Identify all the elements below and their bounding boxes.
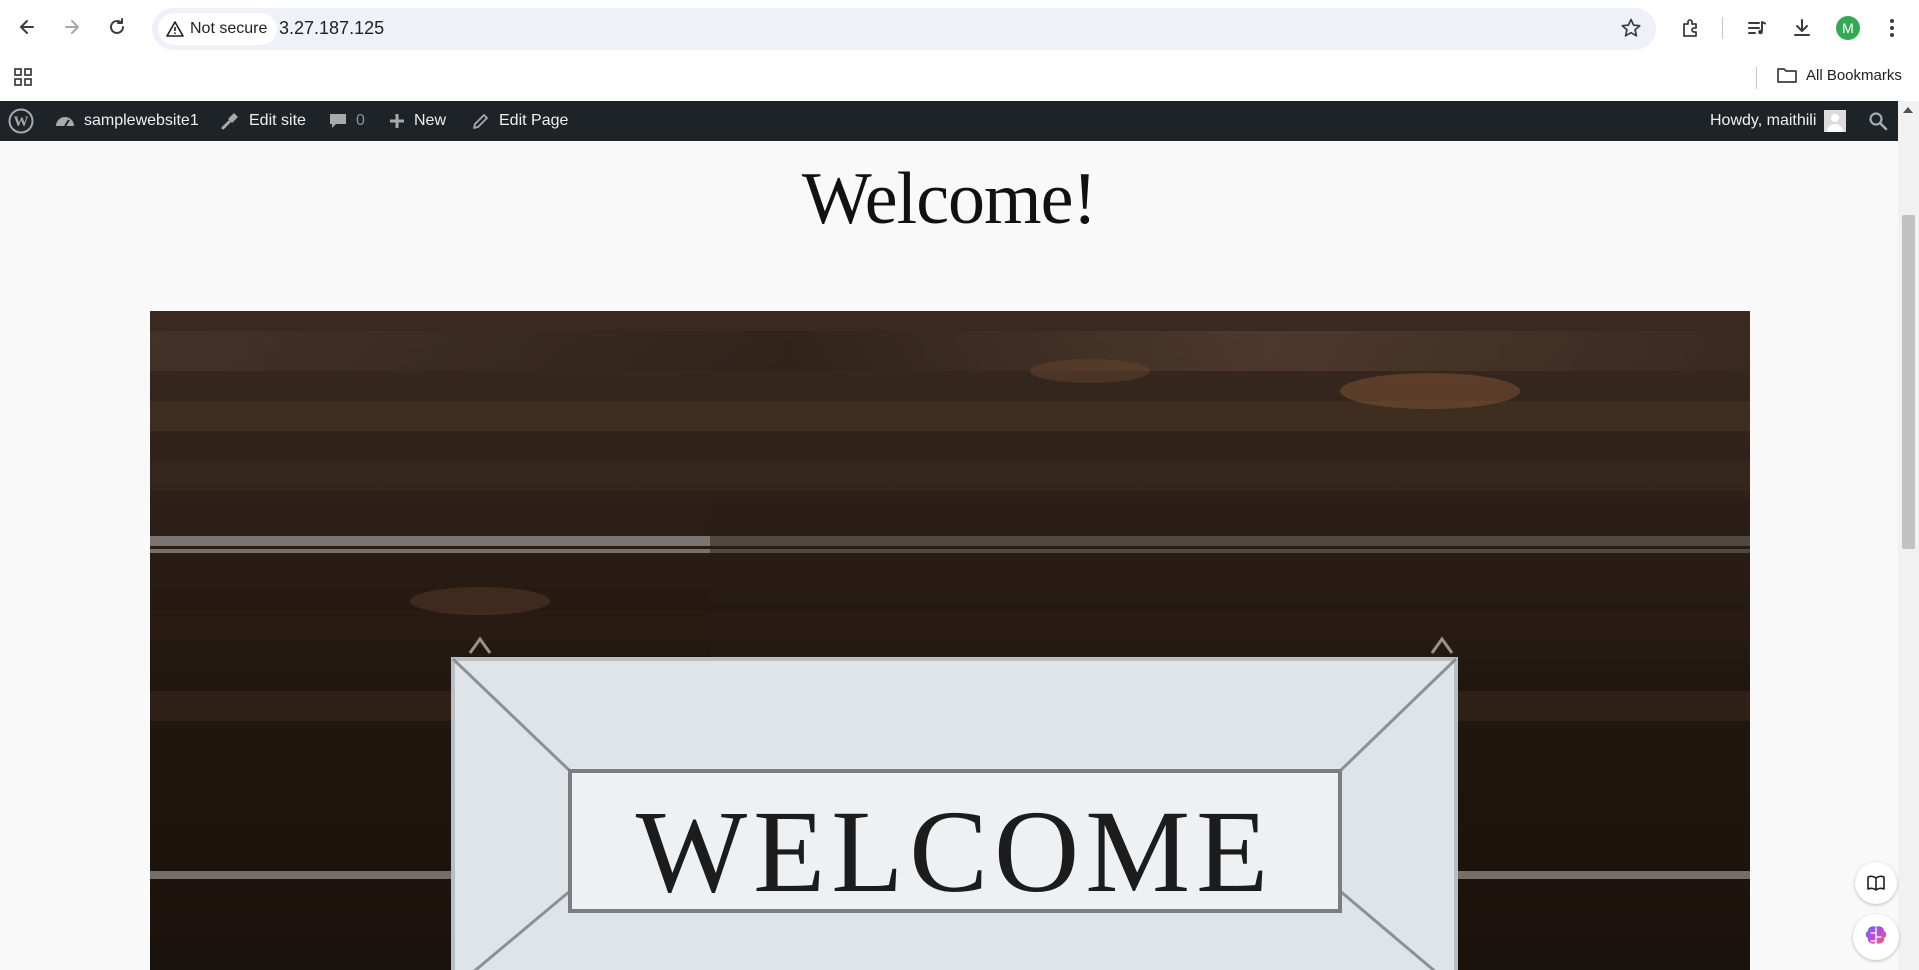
search-button[interactable] [1868,101,1888,141]
hero-image: WELCOME [150,311,1750,970]
edit-page-button[interactable]: Edit Page [471,101,568,141]
security-label: Not secure [190,20,268,37]
scroll-up-arrow[interactable] [1903,107,1913,113]
forward-icon [65,20,79,34]
welcome-sign-photo: WELCOME [150,311,1750,970]
profile-avatar[interactable]: M [1836,16,1860,40]
user-avatar-icon [1824,110,1847,132]
wordpress-logo-icon: W [8,108,34,134]
svg-text:W: W [14,114,29,130]
back-icon [20,20,34,34]
page-scrollbar[interactable] [1898,101,1919,970]
warning-icon [166,21,184,37]
apps-icon [14,68,32,86]
more-icon [1890,19,1894,37]
star-icon [1621,18,1641,37]
browser-menu-button[interactable] [1877,13,1907,43]
forward-button[interactable] [57,12,87,42]
edit-page-label: Edit Page [499,112,569,129]
downloads-button[interactable] [1787,13,1817,43]
download-icon [1794,19,1810,36]
all-bookmarks-button[interactable]: All Bookmarks [1776,65,1902,85]
media-controls-button[interactable] [1742,13,1772,43]
extensions-button[interactable] [1676,13,1706,43]
dashboard-icon [56,117,74,127]
new-content-button[interactable]: New [388,101,446,141]
pencil-icon [473,114,488,129]
bookmarks-bar: All Bookmarks [0,57,1919,101]
extensions-icon [1683,19,1697,37]
edit-site-button[interactable]: Edit site [219,101,306,141]
reader-icon [1867,875,1885,891]
brush-icon [221,113,238,130]
apps-button[interactable] [12,66,34,93]
search-icon [1869,112,1888,131]
scroll-thumb[interactable] [1902,215,1915,549]
new-label: New [414,112,447,129]
folder-icon [1777,68,1797,83]
ai-assistant-button[interactable] [1853,914,1899,960]
page-content: Welcome! WELCOME [0,141,1898,970]
url-text[interactable]: 3.27.187.125 [279,18,384,39]
site-name-menu[interactable]: samplewebsite1 [54,101,199,141]
reload-icon [110,18,124,34]
browser-toolbar: Not secure 3.27.187.125 M [0,0,1919,57]
security-chip[interactable]: Not secure [158,13,278,45]
plus-icon [390,114,404,128]
reload-button[interactable] [102,12,132,42]
bookmarks-divider [1756,67,1757,89]
edit-site-label: Edit site [249,112,306,129]
toolbar-divider [1722,17,1723,39]
page-title: Welcome! [801,158,1097,240]
comments-button[interactable]: 0 [328,101,365,141]
ai-assistant-icon [1865,926,1887,947]
back-button[interactable] [12,12,42,42]
comments-count: 0 [356,112,365,129]
wp-admin-bar: W samplewebsite1 Edit site 0 New Edit Pa… [0,101,1898,141]
sign-text: WELCOME [636,786,1274,917]
my-account-menu[interactable]: Howdy, maithili [1710,101,1847,141]
bookmark-star-button[interactable] [1620,17,1642,44]
media-icon [1748,21,1766,35]
all-bookmarks-label: All Bookmarks [1806,66,1902,84]
comment-icon [330,114,346,128]
greeting-text: Howdy, maithili [1710,112,1817,129]
address-bar[interactable]: Not secure 3.27.187.125 [152,8,1656,50]
site-name: samplewebsite1 [84,112,199,129]
reader-mode-button[interactable] [1855,862,1897,904]
wp-logo-button[interactable]: W [8,101,34,141]
